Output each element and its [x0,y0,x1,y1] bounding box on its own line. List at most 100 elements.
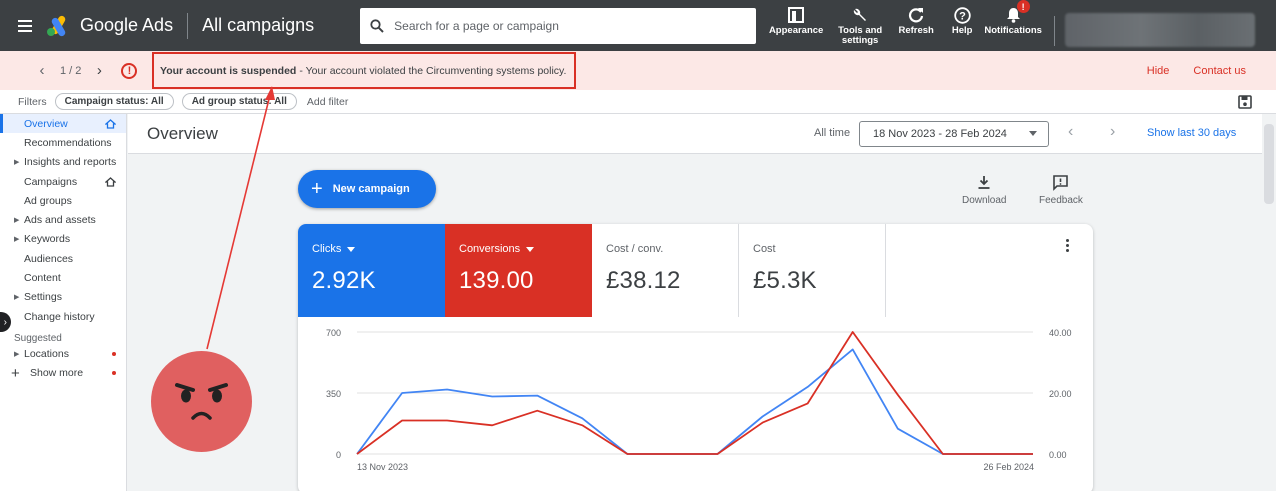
sidebar-item-locations[interactable]: ▶ Locations [0,344,126,363]
sidebar-item-label: Campaigns [24,175,78,188]
sidebar-item-ad-groups[interactable]: Ad groups [0,191,126,210]
previous-period-icon[interactable]: ‹ [1068,123,1073,141]
sidebar-item-label: Ads and assets [24,214,96,227]
feedback-label: Feedback [1039,195,1083,206]
tools-and-settings-button[interactable]: Tools and settings [830,0,890,51]
angry-face-icon [175,383,228,420]
save-icon[interactable] [1238,95,1252,109]
new-campaign-button[interactable]: + New campaign [298,170,436,208]
header-divider [187,12,189,39]
refresh-icon [909,8,924,23]
banner-actions: Hide Contact us [1123,51,1246,90]
feedback-button[interactable]: Feedback [1039,173,1083,206]
suspension-detail: - Your account violated the Circumventin… [299,64,567,77]
caret-right-icon: ▶ [14,217,20,225]
wrench-icon [853,8,867,21]
chevron-right-icon[interactable]: › [87,62,111,79]
chevron-left-icon[interactable]: ‹ [30,62,54,79]
dropdown-arrow-icon[interactable] [526,246,535,252]
help-button[interactable]: ? Help [942,0,982,51]
sidebar-item-ads-and-assets[interactable]: ▶ Ads and assets [0,210,126,229]
contact-us-link[interactable]: Contact us [1193,65,1246,77]
metric-label: Clicks [312,243,342,255]
sidebar-item-show-more[interactable]: + Show more [0,364,126,383]
home-icon [105,118,116,129]
search-placeholder: Search for a page or campaign [394,18,559,33]
help-icon: ? [953,6,971,24]
suggested-heading: Suggested [14,333,62,345]
metric-conversions[interactable]: Conversions 139.00 [445,224,592,317]
sidebar-item-content[interactable]: Content [0,268,126,287]
notification-dot [112,351,116,356]
sidebar-item-label: Insights and reports [24,156,117,169]
metric-value: 139.00 [459,267,534,294]
page-scrollbar[interactable] [1264,124,1274,204]
time-range-label: All time [814,127,851,139]
plus-icon: + [311,178,323,200]
notifications-button[interactable]: ! Notifications [982,0,1044,51]
help-label: Help [951,25,973,36]
metric-label: Conversions [459,243,521,255]
performance-line-chart: 700 350 0 40.00 20.00 0.00 13 Nov 2023 26 Feb 2… [326,328,1072,472]
add-filter-button[interactable]: Add filter [307,96,348,108]
campaign-status-filter-chip[interactable]: Campaign status: All [54,93,174,110]
date-range-value: 18 Nov 2023 - 28 Feb 2024 [873,128,1007,140]
sidebar-item-insights-and-reports[interactable]: ▶ Insights and reports [0,153,126,172]
show-last-30-days-link[interactable]: Show last 30 days [1147,127,1236,139]
ad-group-status-filter-chip[interactable]: Ad group status: All [181,93,297,110]
page-title: Overview [147,124,218,143]
hamburger-menu-icon[interactable] [18,17,32,35]
hide-button[interactable]: Hide [1147,65,1170,77]
date-range-picker[interactable]: 18 Nov 2023 - 28 Feb 2024 [859,121,1049,147]
caret-right-icon: ▶ [14,236,20,244]
sidebar-item-label: Ad groups [24,194,72,207]
error-icon: ! [121,62,138,79]
sidebar-item-keywords[interactable]: ▶ Keywords [0,230,126,249]
feedback-icon [1053,175,1069,191]
sidebar-item-label: Overview [24,117,68,130]
angry-face-emoji [151,351,252,452]
x-tick-label-end: 26 Feb 2024 [983,462,1034,472]
notification-dot [112,371,116,376]
sidebar-item-audiences[interactable]: Audiences [0,249,126,268]
sidebar-item-label: Locations [24,347,69,360]
metric-value: £38.12 [606,267,681,294]
refresh-button[interactable]: Refresh [890,0,942,51]
more-options-icon[interactable] [1066,238,1069,253]
sidebar-item-recommendations[interactable]: Recommendations [0,133,126,152]
y-tick-label-right: 0.00 [1049,450,1067,460]
sidebar-item-label: Change history [24,310,95,323]
plus-icon: + [11,364,20,382]
download-label: Download [962,195,1007,206]
sidebar-item-change-history[interactable]: Change history [0,307,126,326]
account-info-redacted[interactable] [1065,12,1256,47]
sidebar-item-label: Content [24,272,61,285]
filters-label: Filters [18,95,47,108]
next-period-icon[interactable]: › [1110,123,1115,141]
appearance-button[interactable]: Appearance [762,0,830,51]
y-tick-label-right: 20.00 [1049,389,1072,399]
caret-right-icon: ▶ [14,159,20,167]
metric-value: £5.3K [753,267,817,294]
appearance-label: Appearance [768,25,824,36]
search-input[interactable]: Search for a page or campaign [360,7,757,44]
x-tick-label-start: 13 Nov 2023 [357,462,408,472]
product-name: Google Ads [80,15,174,35]
metric-clicks[interactable]: Clicks 2.92K [298,224,445,317]
sidebar-item-label: Recommendations [24,136,112,149]
dropdown-arrow-icon[interactable] [347,246,356,252]
svg-text:?: ? [959,10,966,22]
metric-cost-per-conversion[interactable]: Cost / conv. £38.12 [592,224,739,317]
download-button[interactable]: Download [962,173,1006,206]
suspension-banner: ‹ 1 / 2 › ! Your account is suspended - … [0,51,1276,90]
sidebar-item-label: Show more [30,367,84,380]
sidebar-item-campaigns[interactable]: Campaigns [0,172,126,191]
appearance-icon [788,7,805,23]
pager-text: 1 / 2 [60,64,82,77]
filter-bar: Filters Campaign status: All Ad group st… [0,90,1276,114]
sidebar-item-label: Keywords [24,233,71,246]
y-tick-label-left: 350 [326,389,341,399]
sidebar-item-overview[interactable]: Overview [0,114,126,134]
sidebar-item-settings[interactable]: ▶ Settings [0,288,126,307]
metric-cost[interactable]: Cost £5.3K [739,224,886,317]
